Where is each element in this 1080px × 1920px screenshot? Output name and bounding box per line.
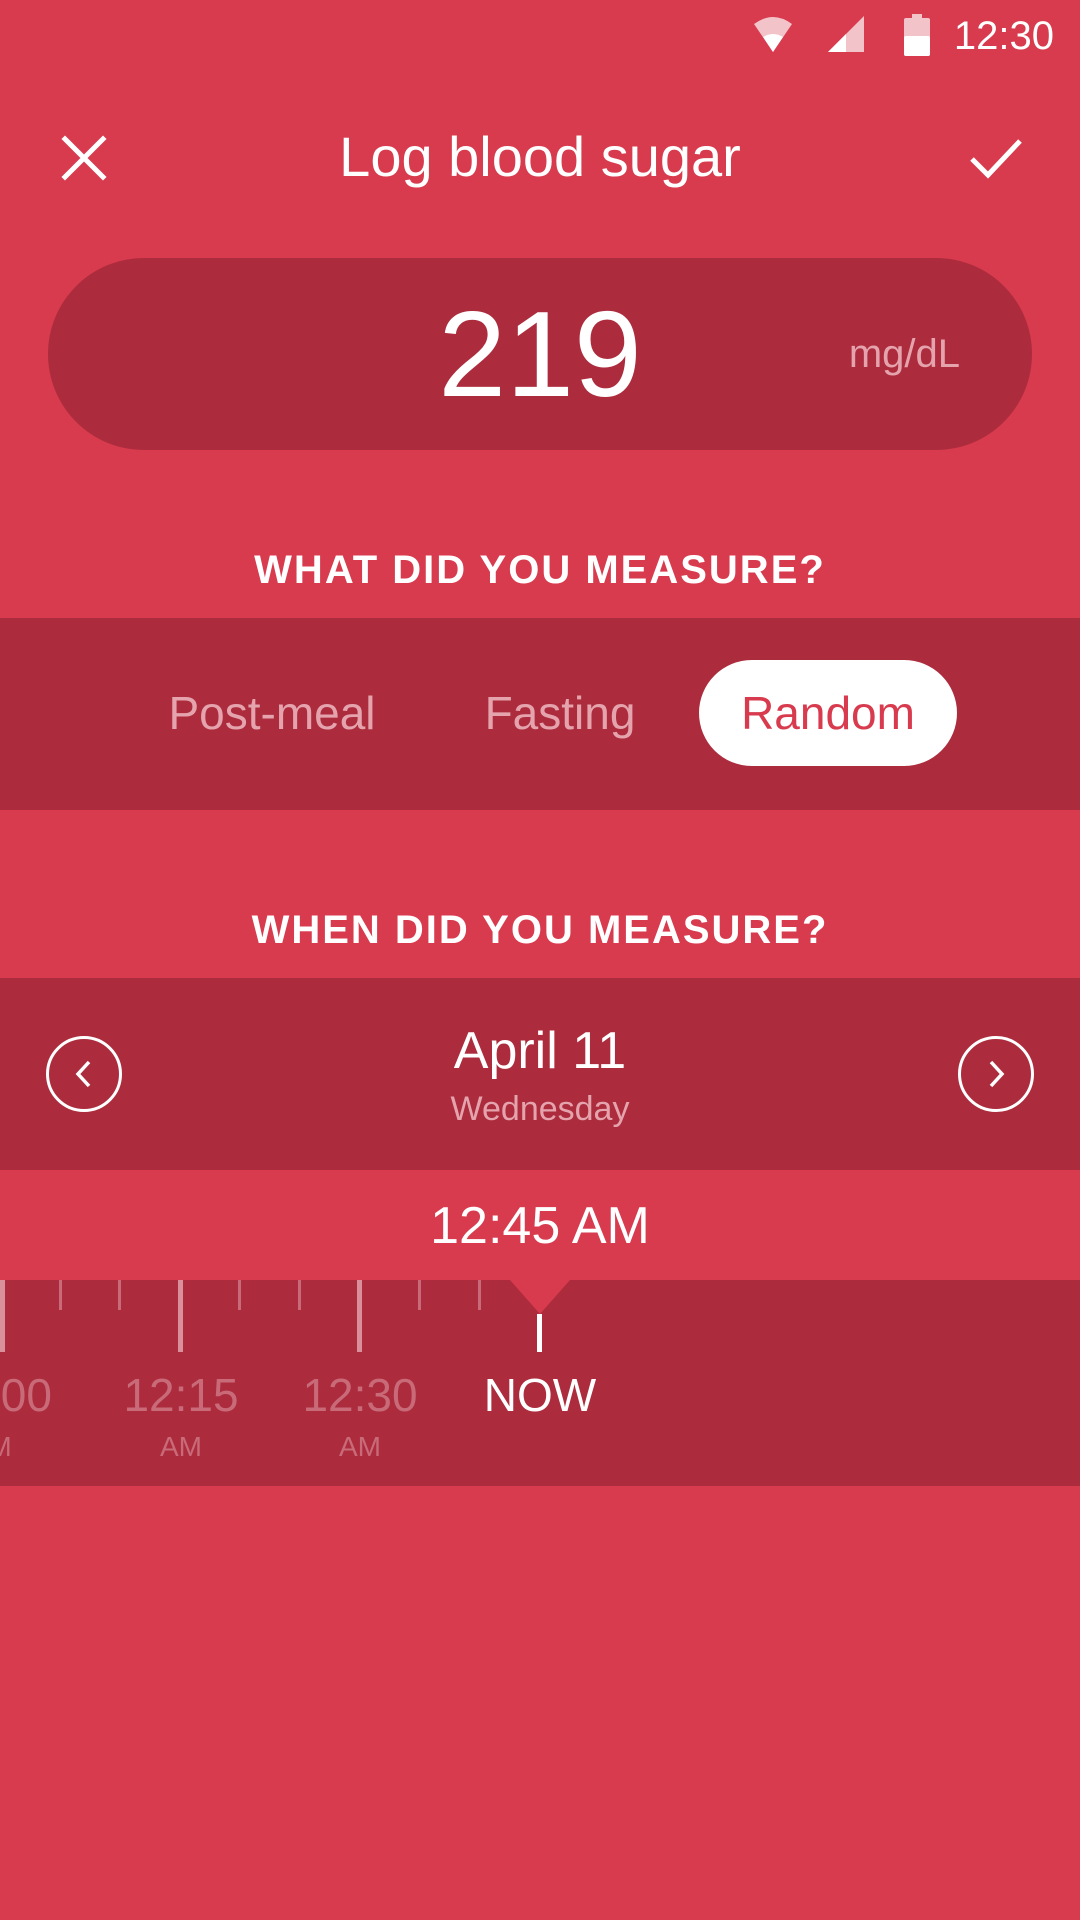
selected-time: 12:45 AM [430, 1197, 650, 1255]
page-title: Log blood sugar [339, 125, 741, 188]
tick-minor [59, 1280, 62, 1310]
measure-time-heading: WHEN DID YOU MEASURE? [251, 908, 829, 952]
timeline-label-now: NOW [483, 1369, 597, 1421]
time-scrubber[interactable]: :00 M 12:15 AM 12:30 AM NOW [0, 1280, 1080, 1486]
option-random-selected[interactable]: Random [699, 660, 957, 766]
measure-type-selector: Post-meal Fasting Random [0, 618, 1080, 810]
glucose-unit: mg/dL [848, 332, 960, 376]
timeline-label: 12:30 [302, 1369, 418, 1421]
tick-minor [118, 1280, 121, 1310]
timeline-period: AM [339, 1431, 381, 1462]
timeline-label: :00 [0, 1369, 52, 1421]
tick-minor [478, 1280, 481, 1310]
timeline-label: 12:15 [123, 1369, 239, 1421]
option-fasting[interactable]: Fasting [460, 660, 660, 766]
selected-date: April 11 [453, 1022, 627, 1080]
app-bar: Log blood sugar [0, 100, 1080, 212]
measure-type-heading: WHAT DID YOU MEASURE? [254, 548, 826, 592]
battery-icon [904, 14, 930, 61]
chevron-right-icon [989, 1060, 1005, 1088]
wifi-icon [752, 14, 794, 59]
tick-minor [418, 1280, 421, 1310]
tick-minor [298, 1280, 301, 1310]
tick-major [178, 1280, 183, 1352]
selected-weekday: Wednesday [450, 1090, 630, 1128]
tick-now [537, 1314, 542, 1352]
check-icon [970, 139, 1022, 179]
tick-minor [238, 1280, 241, 1310]
tick-major [0, 1280, 5, 1352]
date-selector: April 11 Wednesday [0, 978, 1080, 1170]
save-button[interactable] [956, 118, 1036, 198]
option-post-meal[interactable]: Post-meal [150, 660, 394, 766]
timeline-period: M [0, 1430, 80, 1464]
timeline-period: AM [160, 1431, 202, 1462]
signal-icon [826, 14, 866, 59]
glucose-value-field[interactable]: 219 mg/dL [48, 258, 1032, 450]
tick-major [357, 1280, 362, 1352]
status-bar: 12:30 [0, 0, 1080, 72]
status-time: 12:30 [953, 14, 1054, 58]
next-day-button[interactable] [958, 1036, 1034, 1112]
time-pointer [510, 1280, 570, 1314]
